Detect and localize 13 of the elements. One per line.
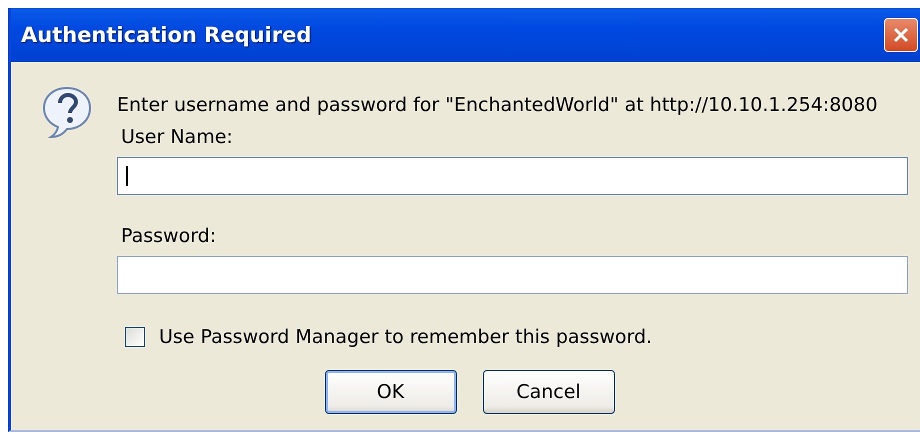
input-field[interactable]	[117, 157, 908, 195]
close-button[interactable]	[884, 18, 918, 52]
ok-button[interactable]: OK	[324, 370, 456, 414]
checkbox-label: Use Password Manager to remember this password.	[159, 326, 652, 348]
prompt-message: Enter username and password for "EnchantedWorld" at http://10.10.1.254:8080	[117, 94, 879, 116]
cancel-button[interactable]: Cancel	[482, 370, 614, 414]
text-cursor	[126, 166, 128, 186]
close-icon	[891, 25, 911, 45]
field-label: User Name:	[121, 126, 234, 148]
window-title: Authentication Required	[21, 23, 312, 47]
checkbox[interactable]	[125, 327, 145, 347]
field-label: Password:	[121, 225, 218, 247]
input-field[interactable]	[117, 256, 908, 294]
